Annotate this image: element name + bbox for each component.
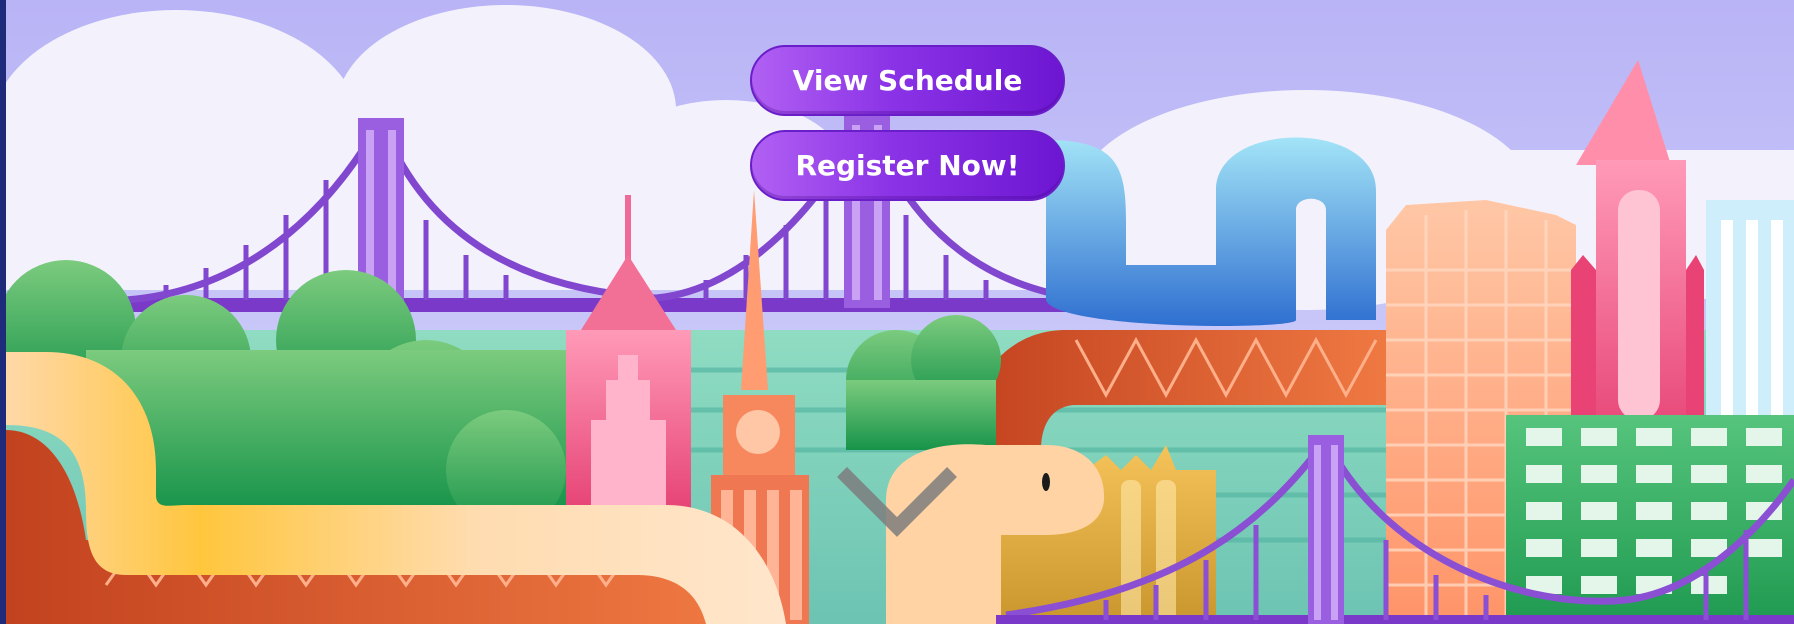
view-schedule-button[interactable]: View Schedule xyxy=(750,45,1065,116)
hero-banner: View Schedule Register Now! xyxy=(0,0,1794,624)
light-blue-building xyxy=(1706,200,1794,430)
register-now-button[interactable]: Register Now! xyxy=(750,130,1065,201)
chevron-down-icon[interactable] xyxy=(832,462,962,542)
